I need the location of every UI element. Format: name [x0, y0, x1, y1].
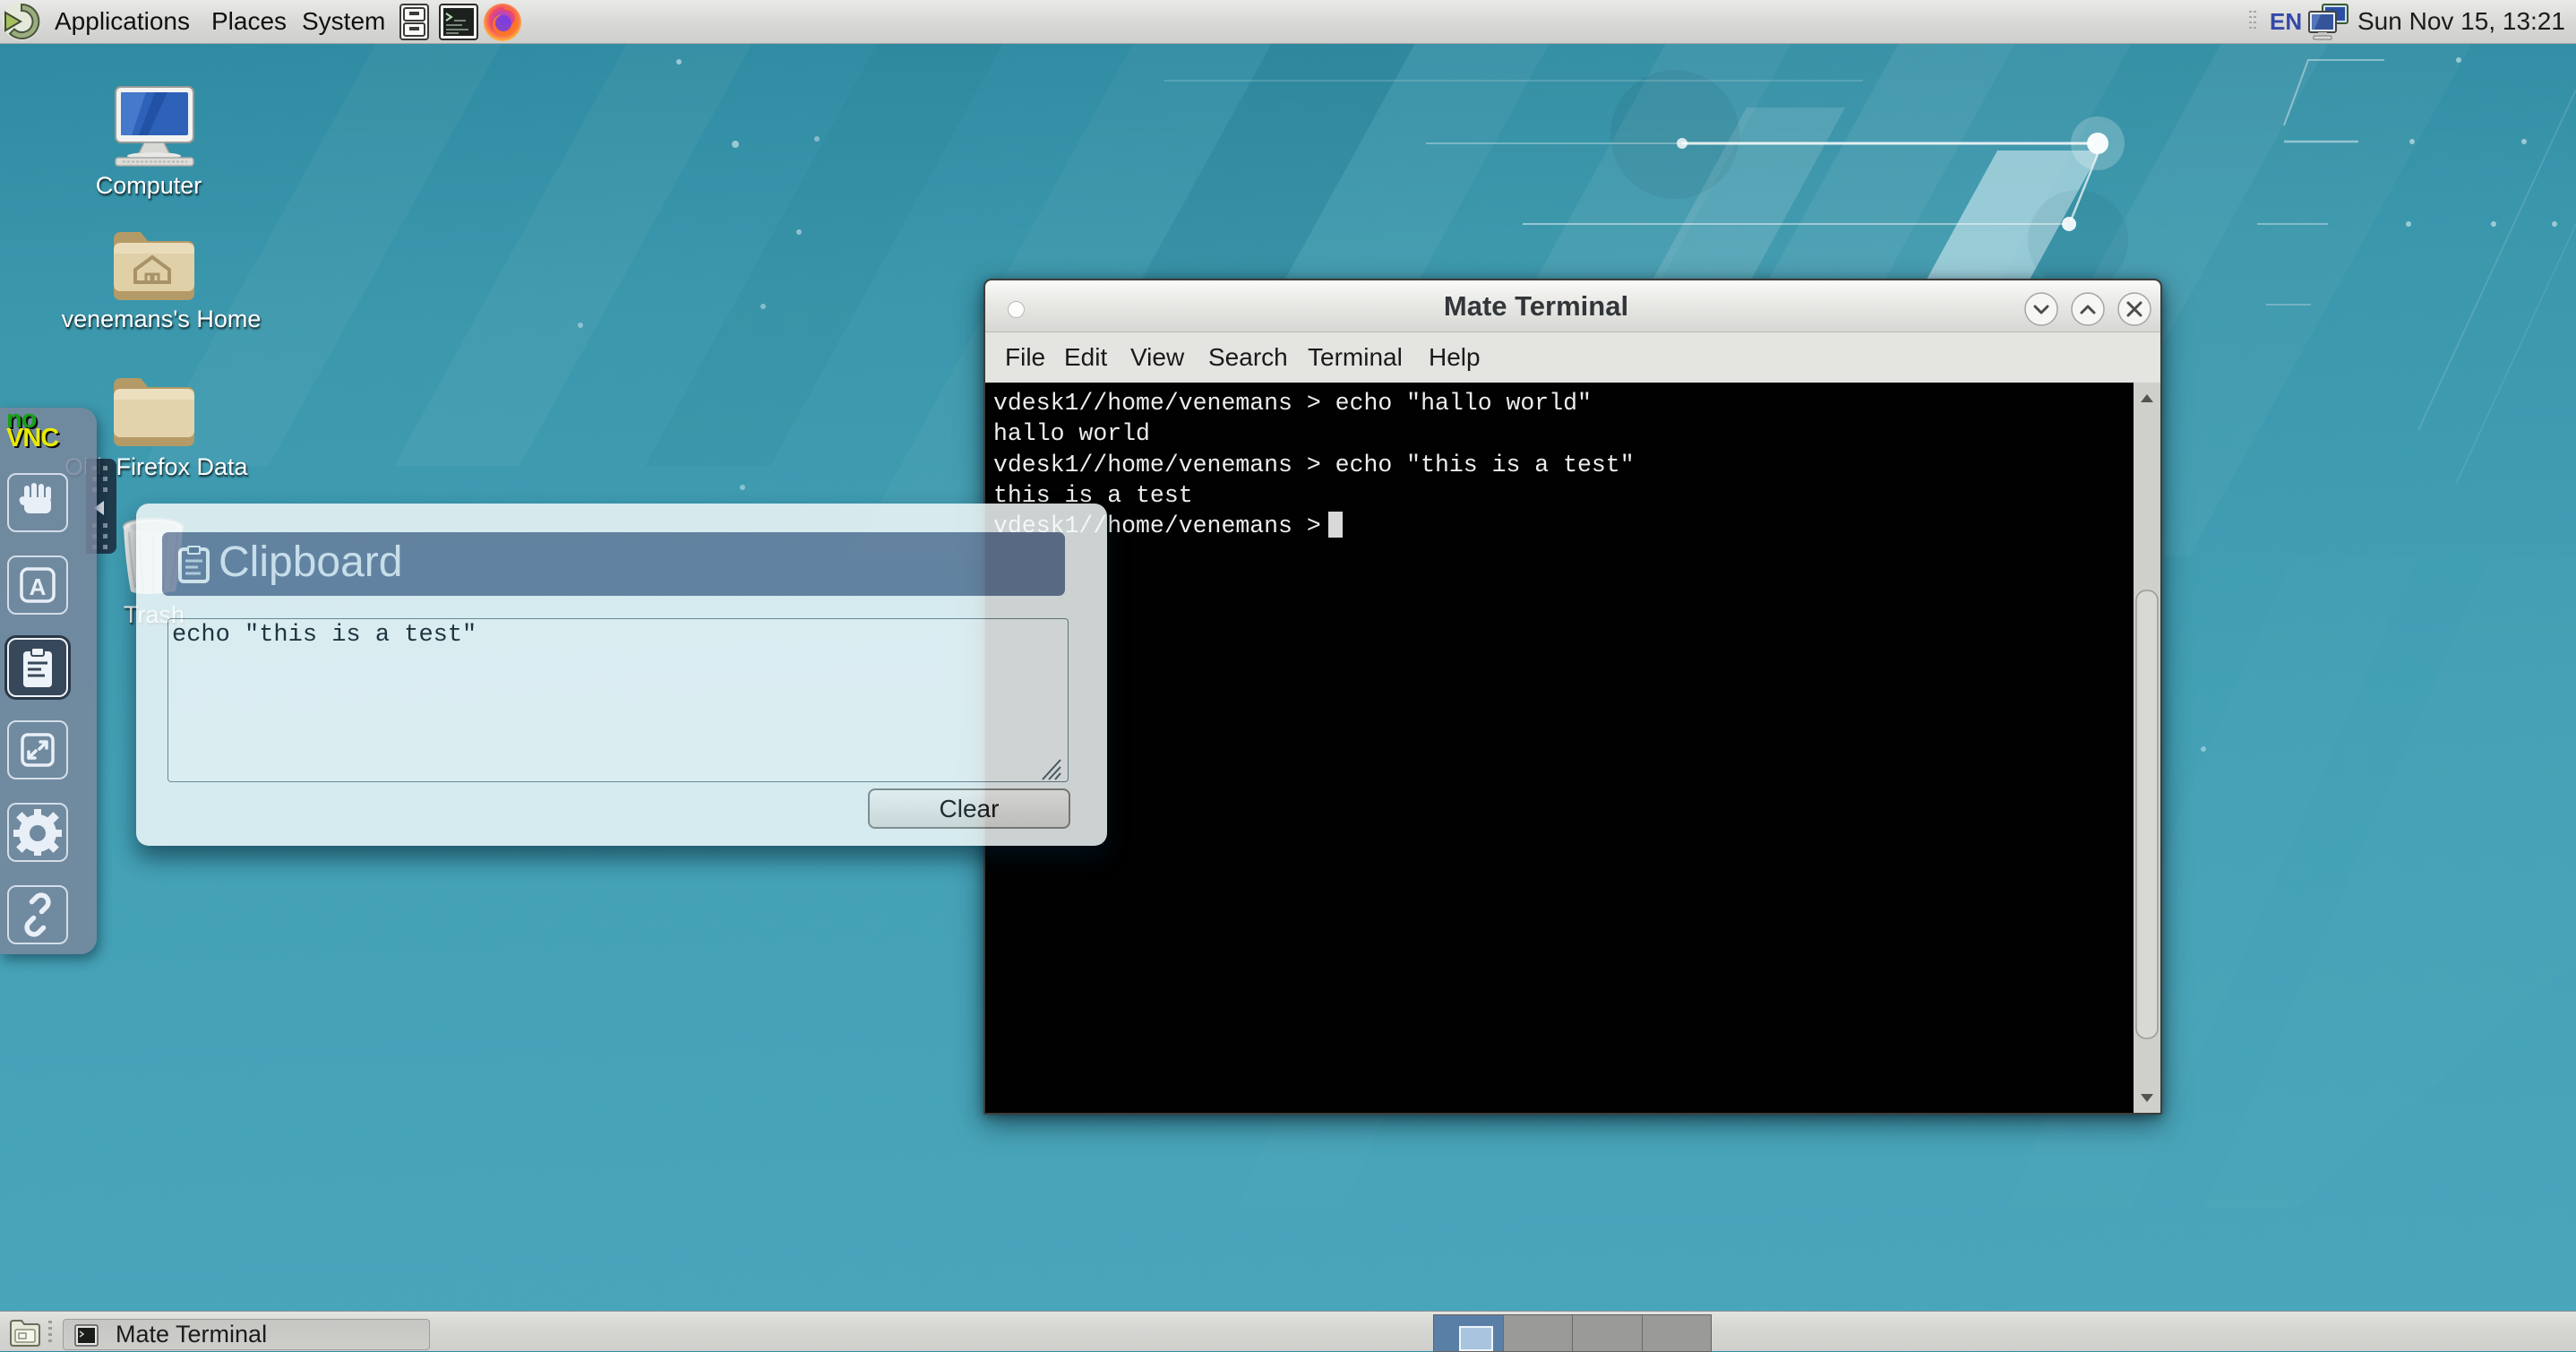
svg-text:A: A: [30, 573, 47, 600]
